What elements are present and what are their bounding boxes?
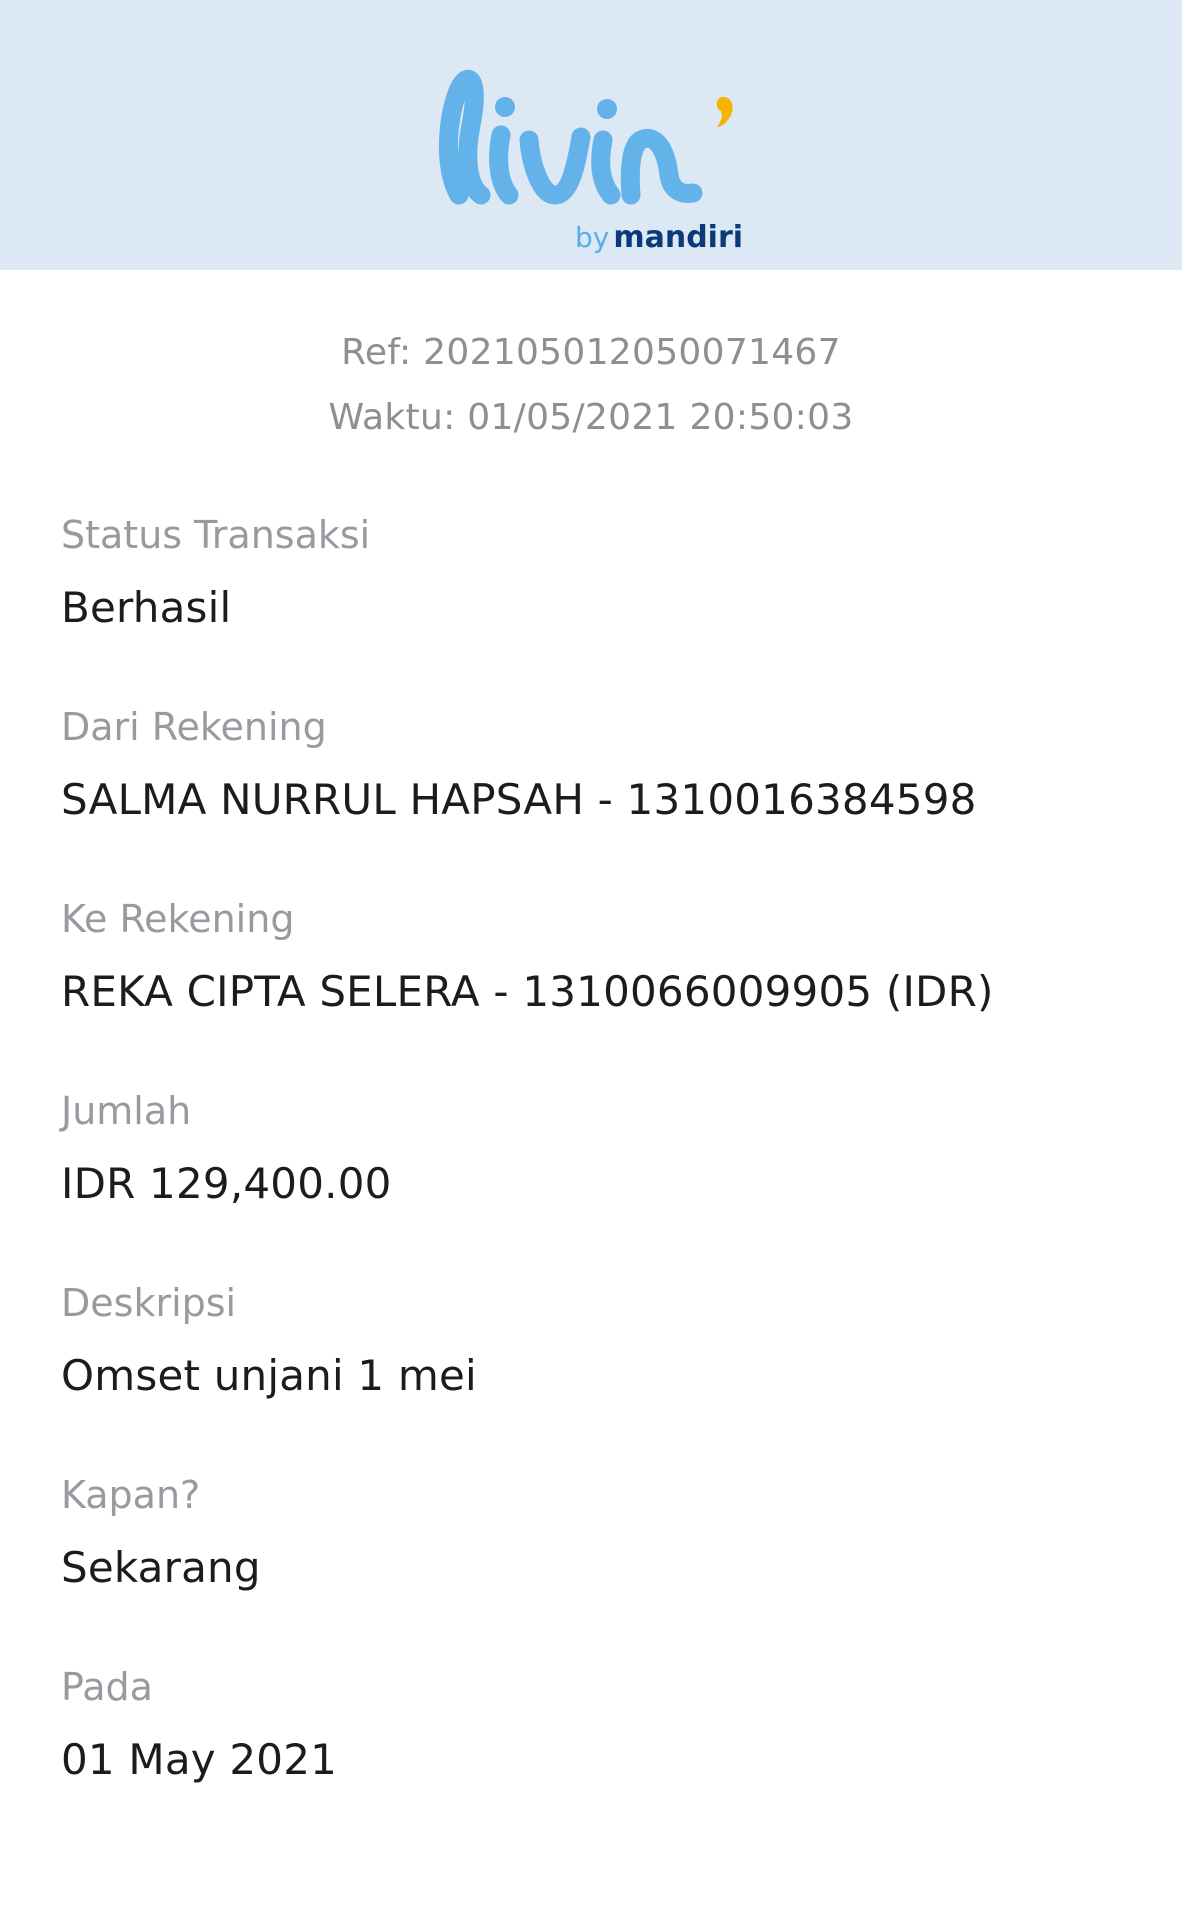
field-value: SALMA NURRUL HAPSAH - 1310016384598 xyxy=(61,775,977,824)
by-mandiri-wordmark: by mandiri xyxy=(575,220,743,255)
field-value: Sekarang xyxy=(61,1543,261,1592)
field-label: Deskripsi xyxy=(61,1281,237,1325)
header-banner: by mandiri xyxy=(0,0,1182,270)
logo-brand-text: mandiri xyxy=(613,220,744,255)
field-amount: Jumlah IDR 129,400.00 xyxy=(61,1086,1182,1278)
logo-by-text: by xyxy=(575,221,610,254)
field-date: Pada 01 May 2021 xyxy=(61,1662,1182,1854)
field-value: IDR 129,400.00 xyxy=(61,1159,392,1208)
reference-number: Ref: 202105012050071467 xyxy=(341,332,841,373)
field-label: Dari Rekening xyxy=(61,705,327,749)
field-value: Berhasil xyxy=(61,583,232,632)
field-label: Status Transaksi xyxy=(61,513,371,557)
field-label: Kapan? xyxy=(61,1473,201,1517)
field-value: REKA CIPTA SELERA - 1310066009905 (IDR) xyxy=(61,967,994,1016)
field-value: 01 May 2021 xyxy=(61,1735,338,1784)
livin-script-logo-icon xyxy=(439,69,733,205)
field-destination-account: Ke Rekening REKA CIPTA SELERA - 13100660… xyxy=(61,894,1182,1086)
field-source-account: Dari Rekening SALMA NURRUL HAPSAH - 1310… xyxy=(61,702,1182,894)
field-label: Jumlah xyxy=(61,1089,192,1133)
field-when: Kapan? Sekarang xyxy=(61,1470,1182,1662)
field-label: Ke Rekening xyxy=(61,897,295,941)
transaction-details: Status Transaksi Berhasil Dari Rekening … xyxy=(0,510,1182,1854)
field-status: Status Transaksi Berhasil xyxy=(61,510,1182,702)
livin-mandiri-logo: by mandiri xyxy=(431,35,751,255)
field-description: Deskripsi Omset unjani 1 mei xyxy=(61,1278,1182,1470)
transaction-time: Waktu: 01/05/2021 20:50:03 xyxy=(328,397,854,438)
field-value: Omset unjani 1 mei xyxy=(61,1351,477,1400)
transaction-meta: Ref: 202105012050071467 Waktu: 01/05/202… xyxy=(0,320,1182,450)
field-label: Pada xyxy=(61,1665,153,1709)
